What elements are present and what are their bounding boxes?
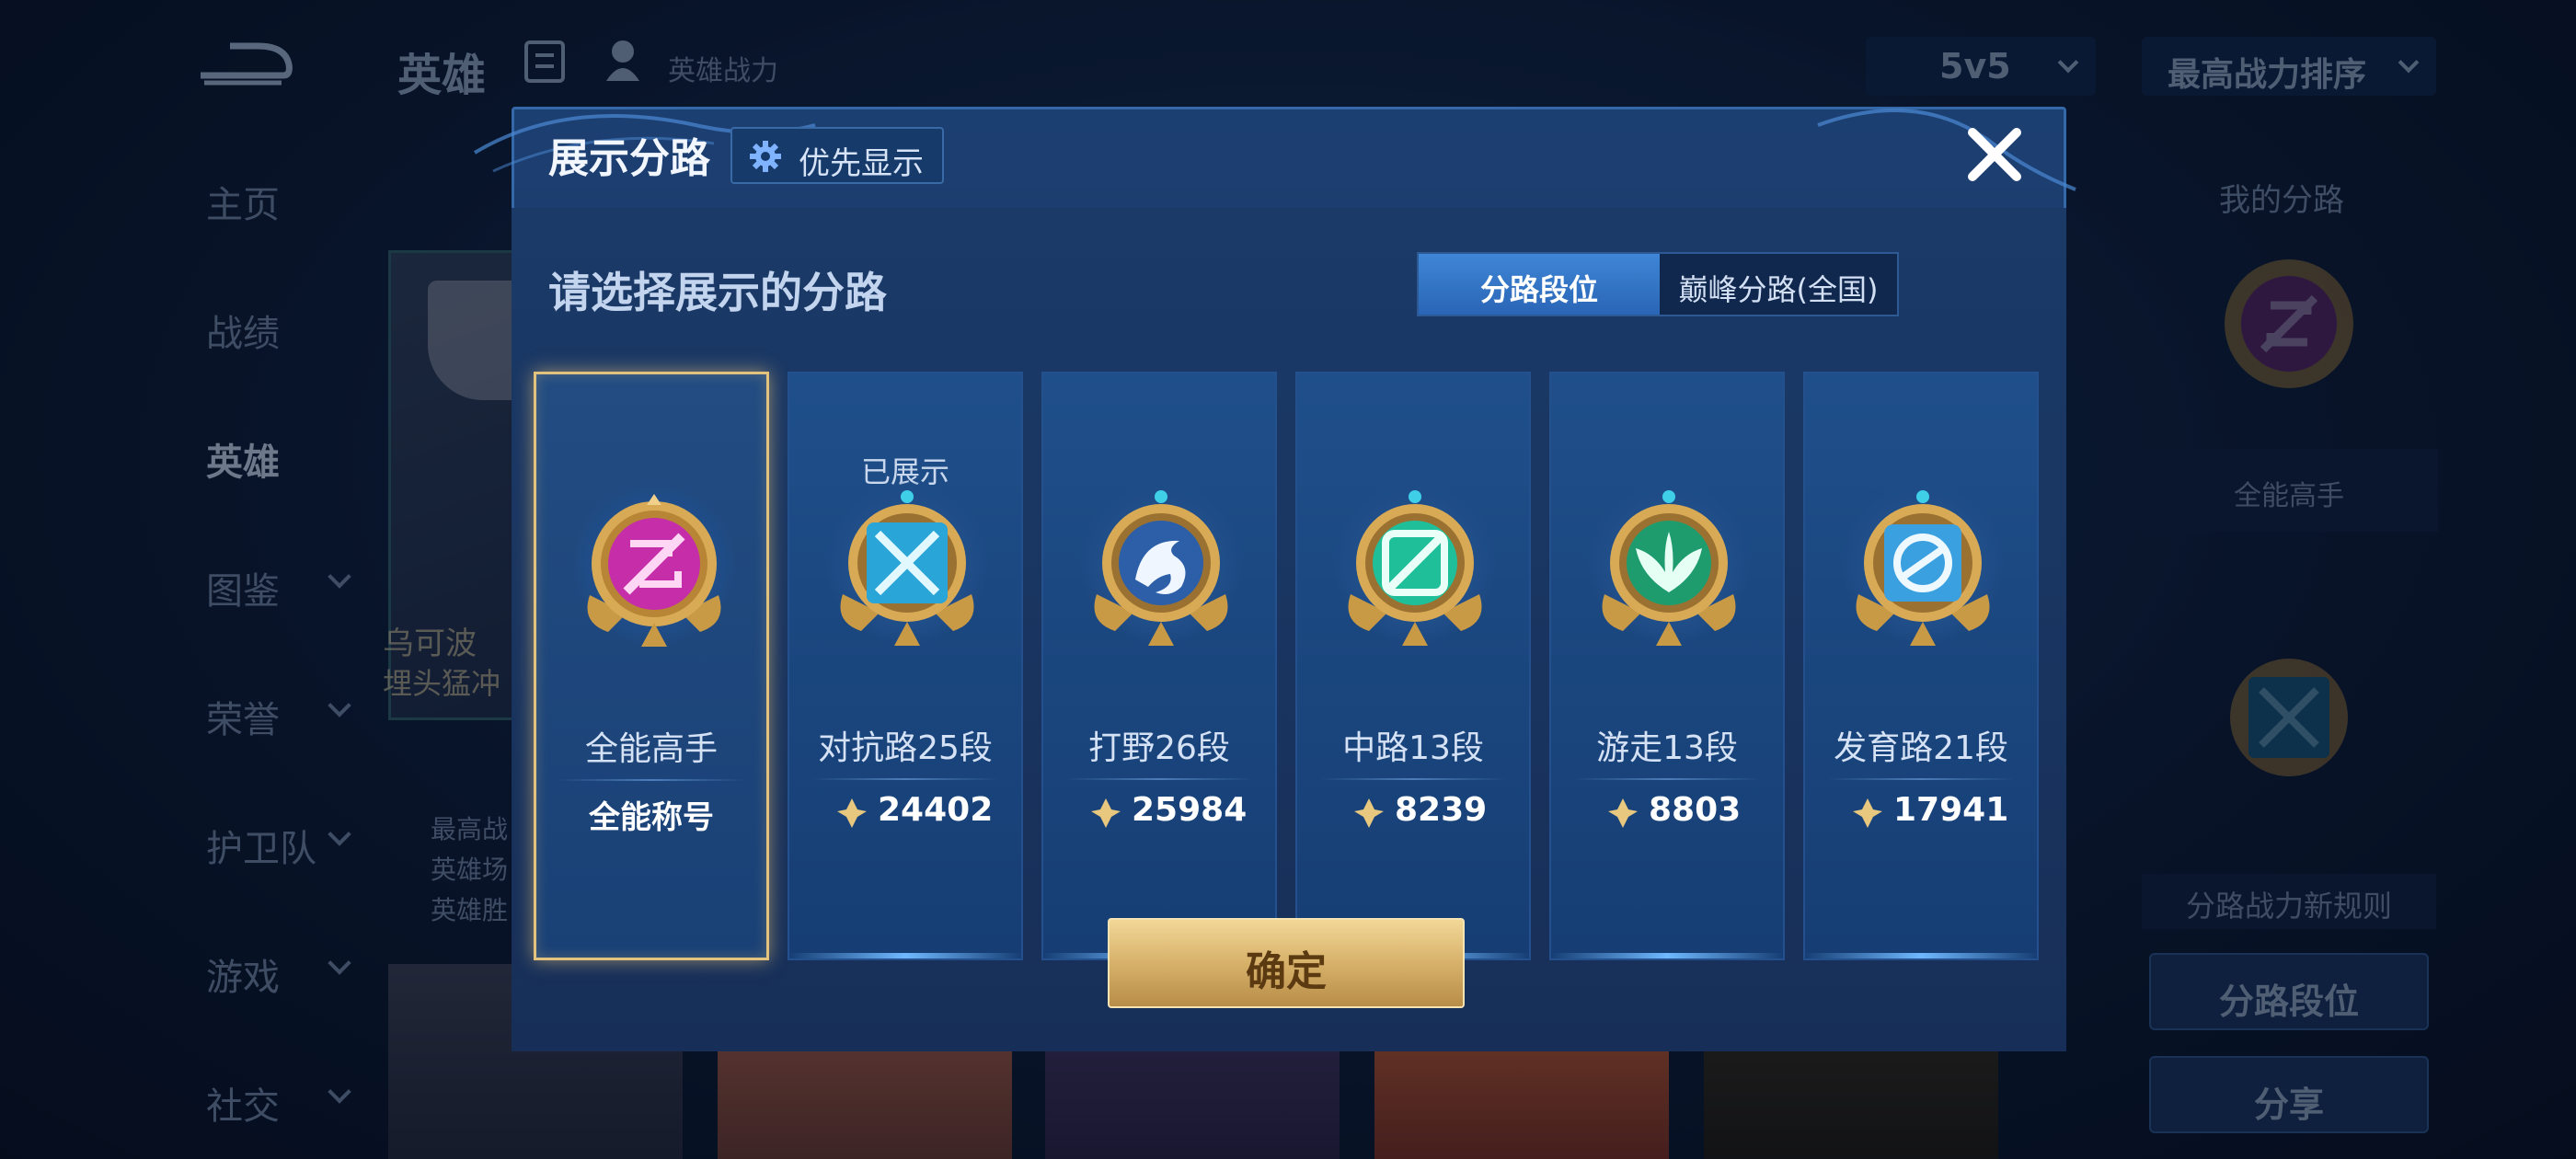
lane-separator	[1827, 778, 2015, 780]
priority-display-button[interactable]: 优先显示	[730, 127, 944, 184]
lane-power: 17941	[1805, 791, 2037, 837]
card-glow	[1551, 953, 1783, 958]
farm-lane-badge-icon	[1856, 490, 1990, 646]
lane-separator	[1065, 778, 1253, 780]
lane-name: 游走13段	[1596, 729, 1738, 767]
power-icon	[1608, 798, 1638, 828]
lane-card-mid[interactable]: 中路13段 8239	[1295, 372, 1531, 960]
lane-name: 全能高手	[584, 730, 718, 768]
close-icon[interactable]	[1963, 123, 2026, 186]
lane-power-value: 25984	[1132, 791, 1248, 829]
lane-name: 发育路21段	[1834, 729, 2008, 767]
lane-name: 对抗路25段	[818, 729, 993, 767]
power-icon	[1091, 798, 1121, 828]
gear-icon	[750, 141, 781, 172]
lane-power-value: 24402	[878, 791, 994, 829]
dialog-title: 展示分路	[548, 135, 710, 182]
power-icon	[1853, 798, 1882, 828]
lane-name: 中路13段	[1342, 729, 1484, 767]
lane-display-dialog: 展示分路 优先显示 请选择展示的分路 分路段位 巅峰分路(全国) 全能高手 全能…	[473, 107, 2076, 1051]
tab-peak-lane[interactable]: 巅峰分路(全国)	[1660, 254, 1897, 315]
mid-lane-badge-icon	[1348, 490, 1482, 646]
lane-card-roam[interactable]: 游走13段 8803	[1549, 372, 1785, 960]
lane-card-all-round[interactable]: 全能高手 全能称号	[534, 372, 769, 960]
lane-separator	[1319, 778, 1507, 780]
lane-power: 24402	[789, 791, 1021, 837]
all-round-badge-icon	[587, 494, 721, 647]
power-icon	[1354, 798, 1384, 828]
tab-lane-rank[interactable]: 分路段位	[1419, 254, 1660, 315]
confirm-button-label: 确定	[1246, 948, 1327, 995]
lane-separator	[1573, 778, 1761, 780]
dialog-subtitle: 请选择展示的分路	[548, 268, 887, 317]
lane-separator	[811, 778, 999, 780]
dialog-ornament	[1817, 109, 2076, 191]
card-glow	[789, 953, 1021, 958]
lane-title-label: 全能称号	[589, 799, 714, 836]
lane-card-clash[interactable]: 已展示 对抗路25段 24402	[788, 372, 1023, 960]
lane-power: 8803	[1551, 791, 1783, 837]
lane-card-farm[interactable]: 发育路21段 17941	[1803, 372, 2039, 960]
priority-display-label: 优先显示	[799, 145, 924, 182]
lane-name: 打野26段	[1088, 729, 1230, 767]
tab-label: 巅峰分路(全国)	[1678, 272, 1879, 307]
confirm-button[interactable]: 确定	[1108, 918, 1465, 1008]
lane-separator	[558, 779, 744, 781]
lane-power: 25984	[1043, 791, 1275, 837]
lane-card-jungle[interactable]: 打野26段 25984	[1041, 372, 1277, 960]
lane-power-value: 17941	[1893, 791, 2009, 829]
card-glow	[1805, 953, 2037, 958]
tab-label: 分路段位	[1479, 272, 1598, 307]
power-icon	[837, 798, 867, 828]
lane-power: 8239	[1297, 791, 1529, 837]
clash-lane-badge-icon	[840, 490, 974, 646]
lane-tabs: 分路段位 巅峰分路(全国)	[1417, 252, 1899, 316]
lane-power-value: 8239	[1395, 791, 1488, 829]
jungle-badge-icon	[1094, 490, 1228, 646]
roam-badge-icon	[1602, 490, 1736, 646]
lane-power-value: 8803	[1649, 791, 1742, 829]
